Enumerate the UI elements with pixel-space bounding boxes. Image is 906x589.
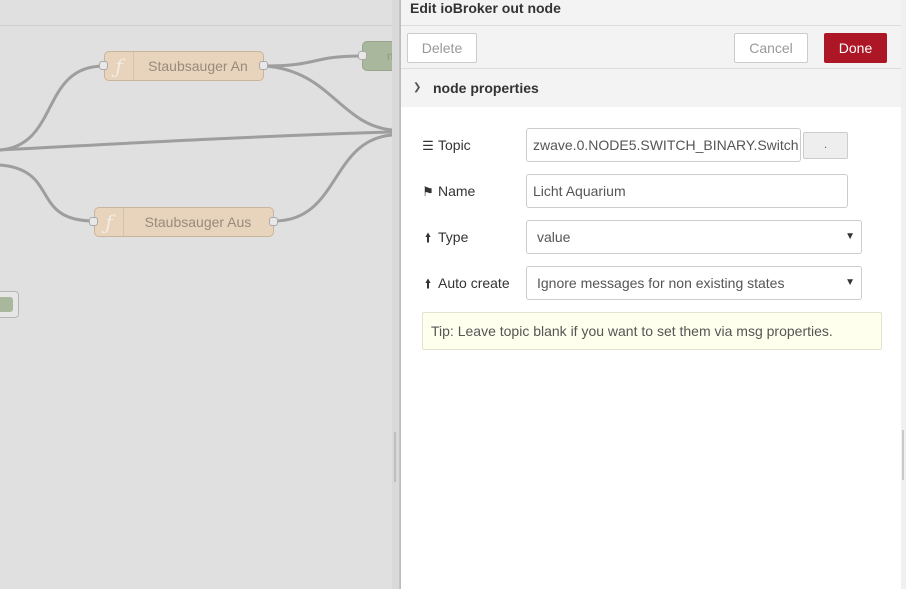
chevron-down-icon: ▼ xyxy=(845,231,855,242)
function-icon: ƒ xyxy=(105,52,134,80)
function-icon: ƒ xyxy=(95,208,124,236)
name-input[interactable]: Licht Aquarium xyxy=(526,174,848,208)
function-node-staubsauger-aus[interactable]: ƒ Staubsauger Aus xyxy=(94,207,274,237)
flow-canvas[interactable]: m ƒ Staubsauger An ƒ Staubsauger Aus xyxy=(0,0,392,589)
output-port[interactable] xyxy=(259,61,268,70)
name-label: ⚑ Name xyxy=(421,178,475,212)
topic-browse-button[interactable]: . xyxy=(803,132,848,159)
tray-toolbar: Delete Cancel Done xyxy=(401,26,901,69)
delete-button[interactable]: Delete xyxy=(407,33,477,63)
chevron-down-icon: ❯ xyxy=(413,82,422,93)
type-select[interactable]: value ▼ xyxy=(526,220,862,254)
partial-node[interactable] xyxy=(0,291,19,318)
topic-input[interactable]: zwave.0.NODE5.SWITCH_BINARY.Switch xyxy=(526,128,801,162)
arrow-up-icon: 🠙 xyxy=(424,230,432,245)
topic-label: ☰ Topic xyxy=(421,132,471,166)
tag-icon: ⚑ xyxy=(422,184,434,199)
output-port[interactable] xyxy=(269,217,278,226)
list-icon: ☰ xyxy=(422,138,434,153)
tip-box: Tip: Leave topic blank if you want to se… xyxy=(422,312,882,350)
input-port[interactable] xyxy=(358,51,367,60)
function-node-staubsauger-an[interactable]: ƒ Staubsauger An xyxy=(104,51,264,81)
type-label: 🠙 Type xyxy=(421,224,469,258)
auto-create-select[interactable]: Ignore messages for non existing states … xyxy=(526,266,862,300)
wires xyxy=(0,54,392,223)
wire xyxy=(263,64,392,132)
auto-create-label: 🠙 Auto create xyxy=(421,270,510,304)
wire xyxy=(0,163,95,223)
node-properties-section-header[interactable]: ❯ node properties xyxy=(401,69,901,107)
wire xyxy=(0,130,392,152)
node-label: Staubsauger An xyxy=(148,58,248,74)
input-port[interactable] xyxy=(99,61,108,70)
wire xyxy=(263,54,363,68)
chevron-down-icon: ▼ xyxy=(845,277,855,288)
type-select-value: value xyxy=(537,229,571,245)
section-title: node properties xyxy=(433,80,539,96)
tray-title: Edit ioBroker out node xyxy=(401,0,901,26)
auto-create-select-value: Ignore messages for non existing states xyxy=(537,275,785,291)
node-label: Staubsauger Aus xyxy=(144,214,252,230)
wire xyxy=(273,133,392,223)
tray-resize-handle[interactable] xyxy=(392,0,400,589)
edit-tray: Edit ioBroker out node Delete Cancel Don… xyxy=(400,0,901,589)
wire xyxy=(0,64,105,152)
done-button[interactable]: Done xyxy=(824,33,887,63)
cancel-button[interactable]: Cancel xyxy=(734,33,808,63)
sidebar-resize-handle[interactable] xyxy=(901,0,906,589)
input-port[interactable] xyxy=(89,217,98,226)
arrow-up-icon: 🠙 xyxy=(424,276,432,291)
